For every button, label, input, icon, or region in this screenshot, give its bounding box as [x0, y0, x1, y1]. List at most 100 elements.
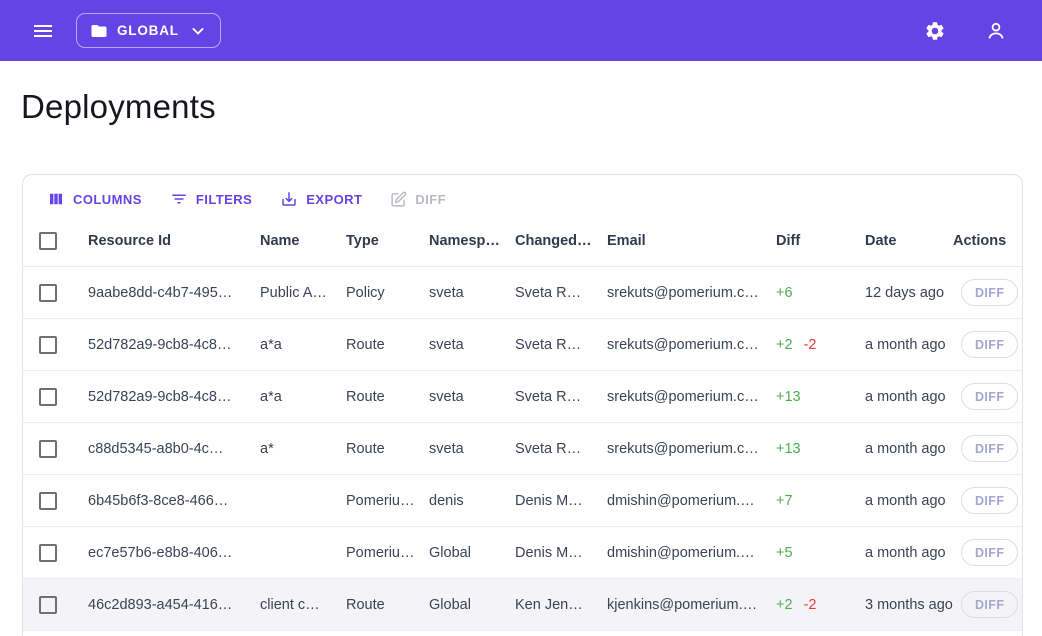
table-row[interactable]: 52d782a9-9cb8-4c8… a*a Route sveta Sveta… — [23, 371, 1022, 423]
table-header-row: Resource Id Name Type Namesp… Changed… E… — [23, 216, 1022, 267]
diff-removed-count: -2 — [804, 597, 817, 613]
columns-icon — [47, 190, 65, 208]
row-checkbox[interactable] — [39, 544, 57, 562]
table-row[interactable]: 9aabe8dd-c4b7-495… Public A… Policy svet… — [23, 267, 1022, 319]
cell-type: Route — [346, 579, 429, 631]
cell-changed-by: Ken Jen… — [515, 579, 607, 631]
folder-icon — [90, 22, 108, 40]
col-changed-by: Changed… — [515, 216, 607, 267]
cell-name: Public A… — [260, 267, 346, 319]
col-name: Name — [260, 216, 346, 267]
table-toolbar: COLUMNS FILTERS EXPORT DIFF — [23, 175, 1022, 216]
diff-added-count: +13 — [776, 389, 801, 405]
cell-changed-by: Sveta R… — [515, 423, 607, 475]
cell-name: client c… — [260, 579, 346, 631]
cell-namespace: Global — [429, 579, 515, 631]
filters-button[interactable]: FILTERS — [160, 184, 262, 214]
cell-date: 3 months ago — [865, 579, 953, 631]
row-checkbox[interactable] — [39, 336, 57, 354]
cell-name — [260, 475, 346, 527]
diff-added-count: +6 — [776, 285, 793, 301]
table-row[interactable]: 52d782a9-9cb8-4c8… a*a Route sveta Sveta… — [23, 319, 1022, 371]
cell-date: a month ago — [865, 527, 953, 579]
columns-button[interactable]: COLUMNS — [37, 184, 152, 214]
page-title: Deployments — [21, 88, 1042, 126]
cell-date: a month ago — [865, 319, 953, 371]
cell-date: a month ago — [865, 371, 953, 423]
settings-button[interactable] — [915, 11, 955, 51]
cell-diff: +5 — [776, 527, 865, 579]
export-icon — [280, 190, 298, 208]
cell-resource-id: 52d782a9-9cb8-4c8… — [88, 371, 260, 423]
diff-added-count: +2 — [776, 337, 793, 353]
table-row[interactable]: ec7e57b6-e8b8-406… Pomeriu… Global Denis… — [23, 527, 1022, 579]
cell-resource-id: 9aabe8dd-c4b7-495… — [88, 267, 260, 319]
select-all-checkbox[interactable] — [39, 232, 57, 250]
row-diff-button[interactable]: DIFF — [961, 331, 1018, 358]
person-icon — [984, 19, 1008, 43]
diff-removed-count: -2 — [804, 337, 817, 353]
col-type: Type — [346, 216, 429, 267]
menu-button[interactable] — [23, 11, 63, 51]
cell-resource-id: 52d782a9-9cb8-4c8… — [88, 319, 260, 371]
row-diff-button[interactable]: DIFF — [961, 591, 1018, 618]
cell-name: a*a — [260, 319, 346, 371]
diff-toolbar-button[interactable]: DIFF — [380, 184, 456, 214]
table-row[interactable]: 46c2d893-a454-416… client c… Route Globa… — [23, 579, 1022, 631]
cell-diff: +13 — [776, 371, 865, 423]
cell-email: srekuts@pomerium.c… — [607, 423, 776, 475]
cell-email: kjenkins@pomerium.… — [607, 579, 776, 631]
row-diff-button[interactable]: DIFF — [961, 383, 1018, 410]
diff-added-count: +5 — [776, 545, 793, 561]
cell-resource-id: ec7e57b6-e8b8-406… — [88, 527, 260, 579]
col-diff: Diff — [776, 216, 865, 267]
table-body: 9aabe8dd-c4b7-495… Public A… Policy svet… — [23, 267, 1022, 631]
cell-type: Route — [346, 423, 429, 475]
cell-changed-by: Sveta R… — [515, 371, 607, 423]
cell-date: a month ago — [865, 423, 953, 475]
col-namespace: Namesp… — [429, 216, 515, 267]
row-diff-button[interactable]: DIFF — [961, 539, 1018, 566]
cell-diff: +2 -2 — [776, 319, 865, 371]
col-actions: Actions — [953, 216, 1022, 267]
deployments-table: Resource Id Name Type Namesp… Changed… E… — [23, 216, 1022, 631]
cell-diff: +6 — [776, 267, 865, 319]
cell-diff: +13 — [776, 423, 865, 475]
table-row[interactable]: c88d5345-a8b0-4c… a* Route sveta Sveta R… — [23, 423, 1022, 475]
namespace-selector-label: GLOBAL — [117, 23, 179, 38]
row-checkbox[interactable] — [39, 388, 57, 406]
export-button[interactable]: EXPORT — [270, 184, 372, 214]
account-button[interactable] — [976, 11, 1016, 51]
table-row[interactable]: 6b45b6f3-8ce8-466… Pomeriu… denis Denis … — [23, 475, 1022, 527]
cell-resource-id: c88d5345-a8b0-4c… — [88, 423, 260, 475]
namespace-selector[interactable]: GLOBAL — [76, 13, 221, 48]
row-diff-button[interactable]: DIFF — [961, 435, 1018, 462]
col-resource-id: Resource Id — [88, 216, 260, 267]
row-diff-button[interactable]: DIFF — [961, 279, 1018, 306]
cell-namespace: sveta — [429, 423, 515, 475]
diff-toolbar-button-label: DIFF — [415, 192, 446, 207]
cell-type: Route — [346, 319, 429, 371]
row-diff-button[interactable]: DIFF — [961, 487, 1018, 514]
cell-diff: +2 -2 — [776, 579, 865, 631]
cell-email: dmishin@pomerium.… — [607, 475, 776, 527]
cell-namespace: sveta — [429, 319, 515, 371]
cell-resource-id: 6b45b6f3-8ce8-466… — [88, 475, 260, 527]
gear-icon — [924, 20, 946, 42]
row-checkbox[interactable] — [39, 492, 57, 510]
cell-namespace: sveta — [429, 267, 515, 319]
cell-changed-by: Sveta R… — [515, 319, 607, 371]
cell-namespace: Global — [429, 527, 515, 579]
columns-button-label: COLUMNS — [73, 192, 142, 207]
col-email: Email — [607, 216, 776, 267]
cell-name: a*a — [260, 371, 346, 423]
row-checkbox[interactable] — [39, 284, 57, 302]
cell-changed-by: Denis M… — [515, 527, 607, 579]
row-checkbox[interactable] — [39, 596, 57, 614]
row-checkbox[interactable] — [39, 440, 57, 458]
edit-icon — [390, 191, 407, 208]
cell-type: Route — [346, 371, 429, 423]
cell-name: a* — [260, 423, 346, 475]
col-date: Date — [865, 216, 953, 267]
app-bar: GLOBAL — [0, 0, 1042, 61]
